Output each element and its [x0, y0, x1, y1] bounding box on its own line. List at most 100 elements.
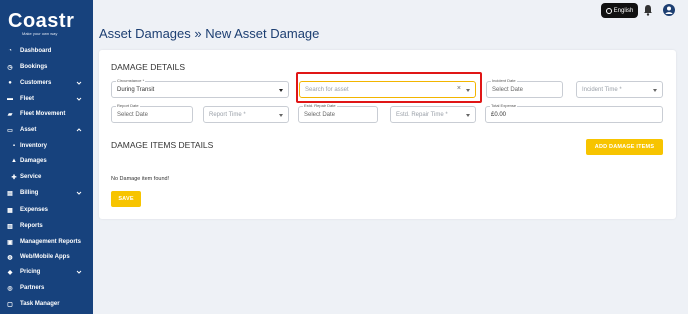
sidebar-item-pricing[interactable]: ◆ Pricing [0, 265, 93, 279]
clear-icon[interactable]: × [457, 85, 461, 92]
report-date-label: Report Date [116, 103, 140, 108]
sidebar-item-label: Bookings [20, 64, 48, 70]
estd-repair-date-placeholder: Select Date [304, 112, 336, 118]
sidebar-item-damages[interactable]: ▲ Damages [0, 154, 93, 168]
incident-time-placeholder: Incident Time * [582, 87, 622, 93]
sidebar-item-dashboard[interactable]: ◔ Dashboard [0, 44, 93, 58]
report-date-field[interactable]: Report Date Select Date [111, 103, 193, 123]
chevron-down-icon [76, 270, 82, 274]
sidebar-item-billing[interactable]: ▤ Billing [0, 186, 93, 200]
dashboard-icon: ◔ [8, 48, 12, 54]
sidebar-item-label: Fleet Movement [20, 111, 66, 117]
estd-repair-date-field[interactable]: Estd. Repair Date Select Date [298, 103, 378, 123]
report-time-select[interactable]: Report Time * [203, 106, 289, 123]
incident-date-label: Incident Date [491, 78, 517, 83]
total-expense-input[interactable]: Total Expense £0.00 [485, 103, 663, 123]
brand-tagline: Make your own way [22, 31, 58, 36]
truck-icon: ▰ [7, 111, 13, 118]
chevron-down-icon [279, 114, 283, 117]
save-button[interactable]: SAVE [111, 191, 141, 207]
customers-icon: ● [8, 80, 12, 86]
form-card [99, 50, 676, 219]
estd-repair-time-select[interactable]: Estd. Repair Time * [390, 106, 476, 123]
partners-icon: ◎ [7, 285, 13, 292]
sidebar: Coastr Make your own way ◔ Dashboard ◷ Book… [0, 0, 93, 314]
damage-details-heading: DAMAGE DETAILS [111, 62, 185, 72]
globe-icon [605, 7, 612, 14]
management-reports-icon: ▣ [7, 239, 13, 246]
chevron-up-icon [76, 128, 82, 132]
sidebar-item-label: Pricing [20, 269, 41, 275]
incident-date-field[interactable]: Incident Date Select Date [486, 78, 563, 98]
chevron-down-icon [279, 89, 283, 92]
sidebar-item-bookings[interactable]: ◷ Bookings [0, 60, 93, 74]
pricing-icon: ◆ [7, 269, 13, 276]
globe-icon: ◍ [7, 254, 13, 261]
sidebar-item-label: Inventory [20, 143, 48, 149]
incident-time-select[interactable]: Incident Time * [576, 81, 663, 98]
sidebar-item-label: Damages [20, 158, 47, 164]
sidebar-item-reports[interactable]: ▥ Reports [0, 219, 93, 233]
sidebar-item-fleet-movement[interactable]: ▰ Fleet Movement [0, 107, 93, 121]
expenses-icon: ▦ [7, 207, 13, 214]
circumstance-value: During Transit [117, 87, 155, 93]
chevron-down-icon [466, 114, 470, 117]
sidebar-item-label: Customers [20, 80, 52, 86]
report-time-placeholder: Report Time * [209, 112, 246, 118]
sidebar-item-service[interactable]: ✚ Service [0, 170, 93, 184]
sidebar-item-label: Task Manager [20, 301, 60, 307]
report-date-placeholder: Select Date [117, 112, 149, 118]
car-icon: ▬ [7, 96, 13, 102]
total-expense-value: £0.00 [491, 112, 507, 118]
brand-logo[interactable]: Coastr Make your own way [8, 10, 88, 40]
sidebar-item-web-mobile-apps[interactable]: ◍ Web/Mobile Apps [0, 250, 93, 264]
sidebar-item-label: Partners [20, 285, 45, 291]
estd-repair-time-placeholder: Estd. Repair Time * [396, 112, 448, 118]
billing-icon: ▤ [7, 190, 13, 197]
sidebar-item-inventory[interactable]: ▪ Inventory [0, 139, 93, 153]
sidebar-item-label: Web/Mobile Apps [20, 254, 70, 260]
incident-date-placeholder: Select Date [492, 87, 524, 93]
sidebar-item-partners[interactable]: ◎ Partners [0, 281, 93, 295]
empty-state-text: No Damage item found! [111, 176, 170, 182]
language-button[interactable]: English [601, 3, 638, 18]
chevron-down-icon [653, 89, 657, 92]
sidebar-item-label: Dashboard [20, 48, 52, 54]
sidebar-item-management-reports[interactable]: ▣ Management Reports [0, 235, 93, 249]
bookings-icon: ◷ [7, 64, 13, 71]
asset-icon: ▭ [7, 127, 13, 134]
brand-name: Coastr [8, 10, 75, 32]
asset-search-input[interactable]: Search for asset × [299, 81, 476, 98]
chevron-down-icon [76, 81, 82, 85]
task-icon: ▢ [7, 301, 13, 308]
sidebar-item-label: Service [20, 174, 42, 180]
sidebar-item-label: Billing [20, 190, 39, 196]
total-expense-label: Total Expense [490, 103, 518, 108]
sidebar-item-label: Expenses [20, 207, 49, 213]
chevron-down-icon[interactable] [466, 89, 470, 92]
inventory-icon: ▪ [12, 143, 16, 149]
circumstance-select[interactable]: Circumstance * During Transit [111, 78, 289, 98]
asset-search-placeholder: Search for asset [305, 87, 349, 93]
sidebar-item-customers[interactable]: ● Customers [0, 76, 93, 90]
sidebar-item-asset[interactable]: ▭ Asset [0, 123, 93, 137]
sidebar-item-label: Reports [20, 223, 43, 229]
circumstance-label: Circumstance * [116, 78, 146, 83]
sidebar-item-label: Management Reports [20, 239, 82, 245]
add-damage-items-button[interactable]: ADD DAMAGE ITEMS [586, 139, 663, 155]
warning-icon: ▲ [11, 158, 17, 164]
sidebar-item-expenses[interactable]: ▦ Expenses [0, 203, 93, 217]
damage-items-heading: DAMAGE ITEMS DETAILS [111, 140, 214, 150]
wrench-icon: ✚ [11, 174, 17, 181]
estd-repair-date-label: Estd. Repair Date [303, 103, 337, 108]
sidebar-item-task-manager[interactable]: ▢ Task Manager [0, 297, 93, 311]
sidebar-item-label: Fleet [20, 96, 35, 102]
chevron-down-icon [76, 97, 82, 101]
sidebar-item-fleet[interactable]: ▬ Fleet [0, 92, 93, 106]
bell-icon[interactable] [643, 4, 653, 16]
language-label: English [613, 7, 634, 14]
sidebar-item-label: Asset [20, 127, 37, 133]
user-avatar-icon[interactable] [663, 4, 675, 16]
reports-icon: ▥ [7, 223, 13, 230]
chevron-down-icon [76, 191, 82, 195]
